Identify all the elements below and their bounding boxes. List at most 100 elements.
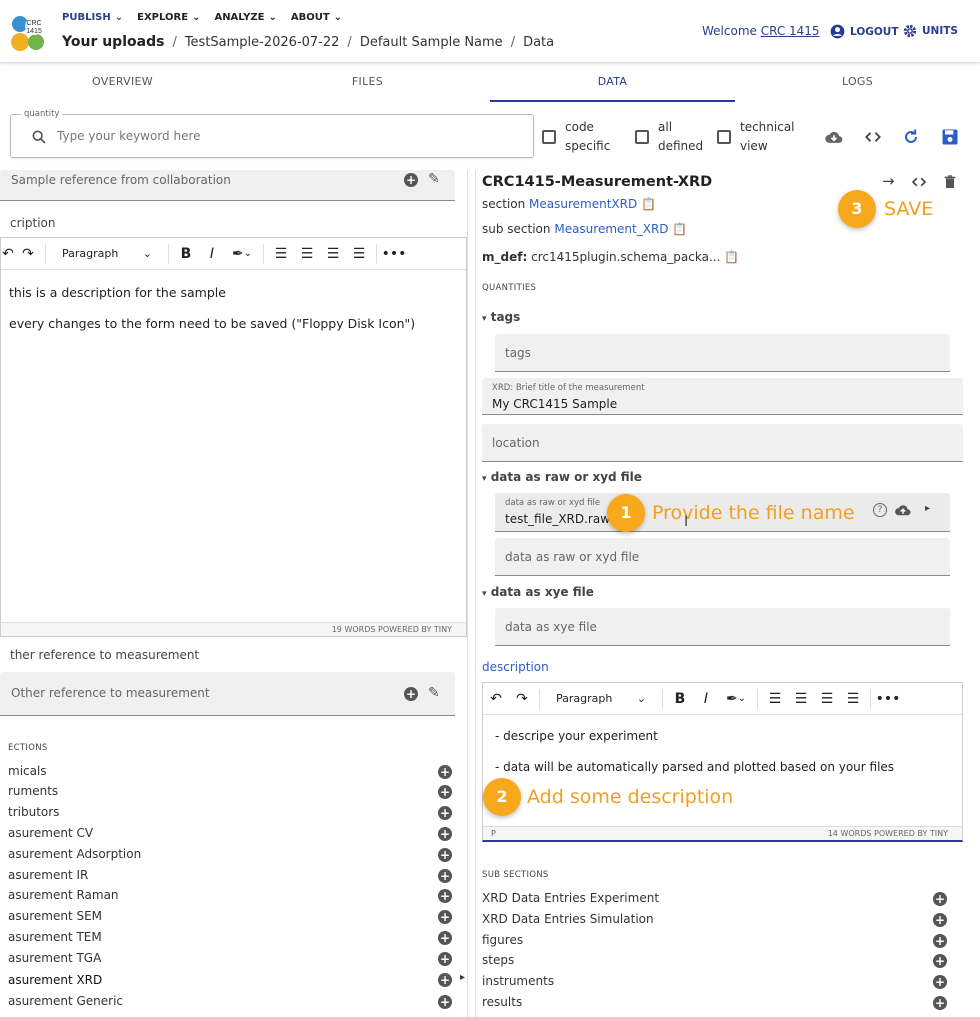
add-circle-icon[interactable]: + <box>438 827 452 841</box>
add-circle-icon[interactable]: + <box>933 913 947 927</box>
code-icon[interactable] <box>863 127 883 147</box>
code-icon[interactable] <box>910 173 928 191</box>
units-button[interactable]: UNITS <box>903 24 958 38</box>
align-center-icon[interactable]: ☰ <box>788 687 814 711</box>
add-circle-icon[interactable]: + <box>438 910 452 924</box>
more-icon[interactable]: ••• <box>381 242 407 266</box>
right-description-editor[interactable]: ↶ ↷ Paragraph ⌄ B I ✒ ⌄ ☰ ☰ ☰ ☰ ••• - desc… <box>482 682 963 842</box>
align-right-icon[interactable]: ☰ <box>320 242 346 266</box>
other-reference-field[interactable]: Other reference to measurement + ✎ <box>0 672 455 716</box>
bold-icon[interactable]: B <box>667 687 693 711</box>
align-center-icon[interactable]: ☰ <box>294 242 320 266</box>
section-item[interactable]: asurement IR <box>8 868 88 882</box>
section-item[interactable]: ruments <box>8 784 58 798</box>
nav-publish[interactable]: PUBLISH ⌄ <box>62 12 123 23</box>
nav-explore[interactable]: EXPLORE ⌄ <box>137 12 200 23</box>
subsection-item[interactable]: instruments <box>482 974 554 988</box>
add-circle-icon[interactable]: + <box>933 975 947 989</box>
tab-data[interactable]: DATA <box>490 64 735 102</box>
add-circle-icon[interactable]: + <box>438 995 452 1009</box>
subsection-item[interactable]: XRD Data Entries Experiment <box>482 891 659 905</box>
section-item[interactable]: micals <box>8 764 47 778</box>
subsection-item[interactable]: steps <box>482 953 514 967</box>
all-defined-checkbox[interactable] <box>635 130 649 144</box>
add-circle-icon[interactable]: + <box>438 806 452 820</box>
align-right-icon[interactable]: ☰ <box>814 687 840 711</box>
breadcrumb-entry[interactable]: Default Sample Name <box>360 35 503 50</box>
tags-field[interactable]: tags <box>495 334 950 372</box>
undo-icon[interactable]: ↶ <box>483 687 509 711</box>
subsection-link[interactable]: Measurement_XRD <box>554 222 668 236</box>
more-icon[interactable]: ••• <box>875 687 901 711</box>
section-item[interactable]: asurement TGA <box>8 951 101 965</box>
chevron-right-icon[interactable]: ▸ <box>925 503 930 514</box>
add-circle-icon[interactable]: + <box>438 973 452 987</box>
technical-view-checkbox[interactable] <box>717 130 731 144</box>
nav-about[interactable]: ABOUT ⌄ <box>291 12 342 23</box>
redo-icon[interactable]: ↷ <box>509 687 535 711</box>
add-circle-icon[interactable]: + <box>438 931 452 945</box>
align-left-icon[interactable]: ☰ <box>268 242 294 266</box>
crc-logo[interactable]: CRC 1415 <box>10 14 46 52</box>
align-justify-icon[interactable]: ☰ <box>840 687 866 711</box>
breadcrumb-upload[interactable]: TestSample-2026-07-22 <box>185 35 340 50</box>
pencil-icon[interactable]: ✎ <box>428 685 440 701</box>
highlight-icon[interactable]: ✒ ⌄ <box>719 687 753 711</box>
subsection-item[interactable]: figures <box>482 933 523 947</box>
add-circle-icon[interactable]: + <box>933 954 947 968</box>
section-item[interactable]: asurement CV <box>8 826 93 840</box>
breadcrumb-root[interactable]: Your uploads <box>62 34 164 50</box>
add-circle-icon[interactable]: + <box>438 869 452 883</box>
clipboard-icon[interactable]: 📋 <box>641 197 656 211</box>
add-circle-icon[interactable]: + <box>404 173 418 187</box>
italic-icon[interactable]: I <box>199 242 225 266</box>
highlight-icon[interactable]: ✒ ⌄ <box>225 242 259 266</box>
subsection-item[interactable]: XRD Data Entries Simulation <box>482 912 654 926</box>
add-circle-icon[interactable]: + <box>438 765 452 779</box>
reload-icon[interactable] <box>901 127 921 147</box>
tags-expander[interactable]: ▾ tags <box>482 310 520 324</box>
user-link[interactable]: CRC 1415 <box>761 24 820 38</box>
align-left-icon[interactable]: ☰ <box>762 687 788 711</box>
code-specific-checkbox[interactable] <box>542 130 556 144</box>
add-circle-icon[interactable]: + <box>404 687 418 701</box>
tab-files[interactable]: FILES <box>245 64 490 102</box>
section-item-selected[interactable]: asurement XRD <box>8 973 102 987</box>
add-circle-icon[interactable]: + <box>438 848 452 862</box>
pencil-icon[interactable]: ✎ <box>428 171 440 187</box>
italic-icon[interactable]: I <box>693 687 719 711</box>
tab-logs[interactable]: LOGS <box>735 64 980 102</box>
chevron-right-icon[interactable]: ▸ <box>460 972 465 983</box>
add-circle-icon[interactable]: + <box>933 996 947 1010</box>
undo-icon[interactable]: ↶ <box>1 242 15 266</box>
add-circle-icon[interactable]: + <box>933 892 947 906</box>
section-link[interactable]: MeasurementXRD <box>529 197 637 211</box>
xye-file-field[interactable]: data as xye file <box>495 608 950 646</box>
xye-file-expander[interactable]: ▾ data as xye file <box>482 585 594 599</box>
arrow-right-icon[interactable]: → <box>882 172 895 190</box>
tab-overview[interactable]: OVERVIEW <box>0 64 245 102</box>
delete-icon[interactable] <box>942 173 958 191</box>
subsection-item[interactable]: results <box>482 995 522 1009</box>
paragraph-select[interactable]: Paragraph ⌄ <box>56 242 158 266</box>
cloud-download-icon[interactable] <box>824 127 844 147</box>
add-circle-icon[interactable]: + <box>438 889 452 903</box>
search-input[interactable]: Type your keyword here <box>57 129 201 143</box>
redo-icon[interactable]: ↷ <box>15 242 41 266</box>
add-circle-icon[interactable]: + <box>438 785 452 799</box>
left-description-editor[interactable]: ↶ ↷ Paragraph ⌄ B I ✒ ⌄ ☰ ☰ ☰ ☰ ••• this i… <box>0 237 467 637</box>
align-justify-icon[interactable]: ☰ <box>346 242 372 266</box>
paragraph-select[interactable]: Paragraph ⌄ <box>550 687 652 711</box>
cloud-upload-icon[interactable] <box>893 501 913 519</box>
logout-button[interactable]: LOGOUT <box>830 24 898 39</box>
sample-reference-field[interactable]: Sample reference from collaboration + ✎ <box>0 170 455 201</box>
raw-file-field-empty[interactable]: data as raw or xyd file <box>495 538 950 576</box>
save-icon[interactable] <box>940 127 960 147</box>
section-item[interactable]: asurement Adsorption <box>8 847 141 861</box>
add-circle-icon[interactable]: + <box>438 952 452 966</box>
add-circle-icon[interactable]: + <box>933 934 947 948</box>
clipboard-icon[interactable]: 📋 <box>724 250 739 264</box>
location-field[interactable]: location <box>482 424 963 462</box>
quantity-search-box[interactable]: quantity Type your keyword here <box>10 109 534 158</box>
help-icon[interactable]: ? <box>873 503 887 517</box>
